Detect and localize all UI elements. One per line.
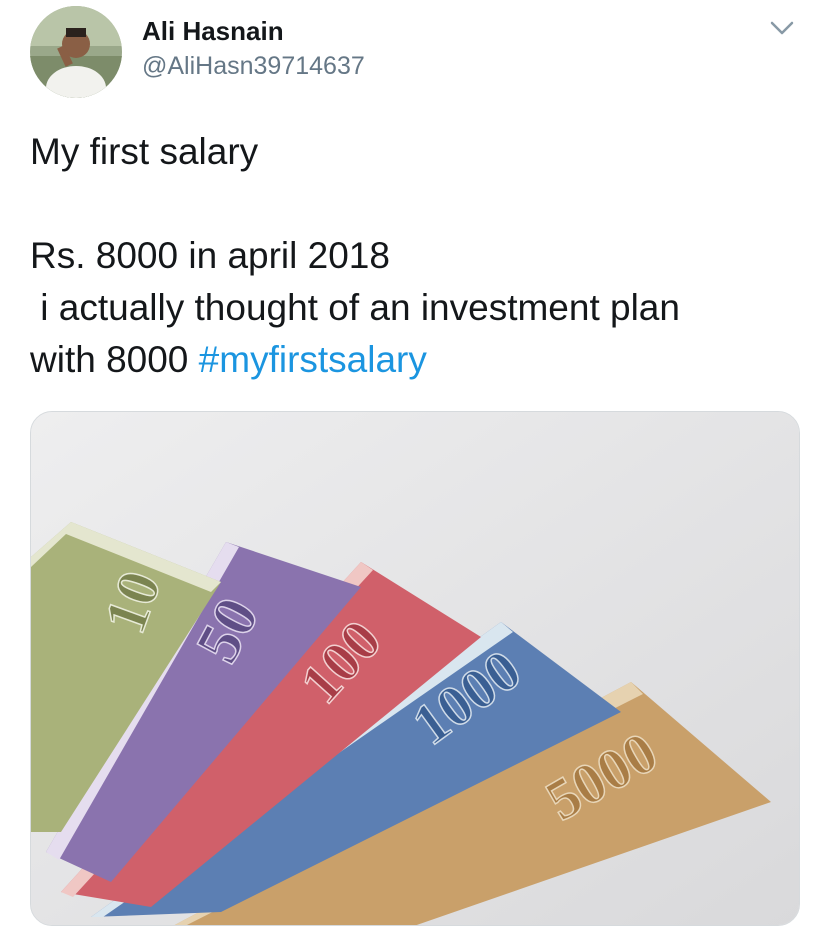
user-handle[interactable]: @AliHasn39714637: [142, 52, 365, 81]
display-name[interactable]: Ali Hasnain: [142, 16, 284, 47]
tweet-card: Ali Hasnain @AliHasn39714637 My first sa…: [0, 0, 828, 937]
tweet-line: Rs. 8000 in april 2018: [30, 235, 390, 276]
tweet-line: My first salary: [30, 131, 259, 172]
tweet-line: i actually thought of an investment plan: [30, 287, 680, 328]
avatar[interactable]: [30, 6, 122, 98]
tweet-line-with-hashtag: with 8000 #myfirstsalary: [30, 334, 800, 386]
tweet-line-prefix: with 8000: [30, 339, 199, 380]
chevron-down-icon[interactable]: [766, 12, 798, 44]
tweet-media-photo[interactable]: 5000 1000 100 50 10: [30, 411, 800, 926]
tweet-text: My first salary Rs. 8000 in april 2018 i…: [30, 126, 800, 386]
hashtag-link[interactable]: #myfirstsalary: [199, 339, 427, 380]
